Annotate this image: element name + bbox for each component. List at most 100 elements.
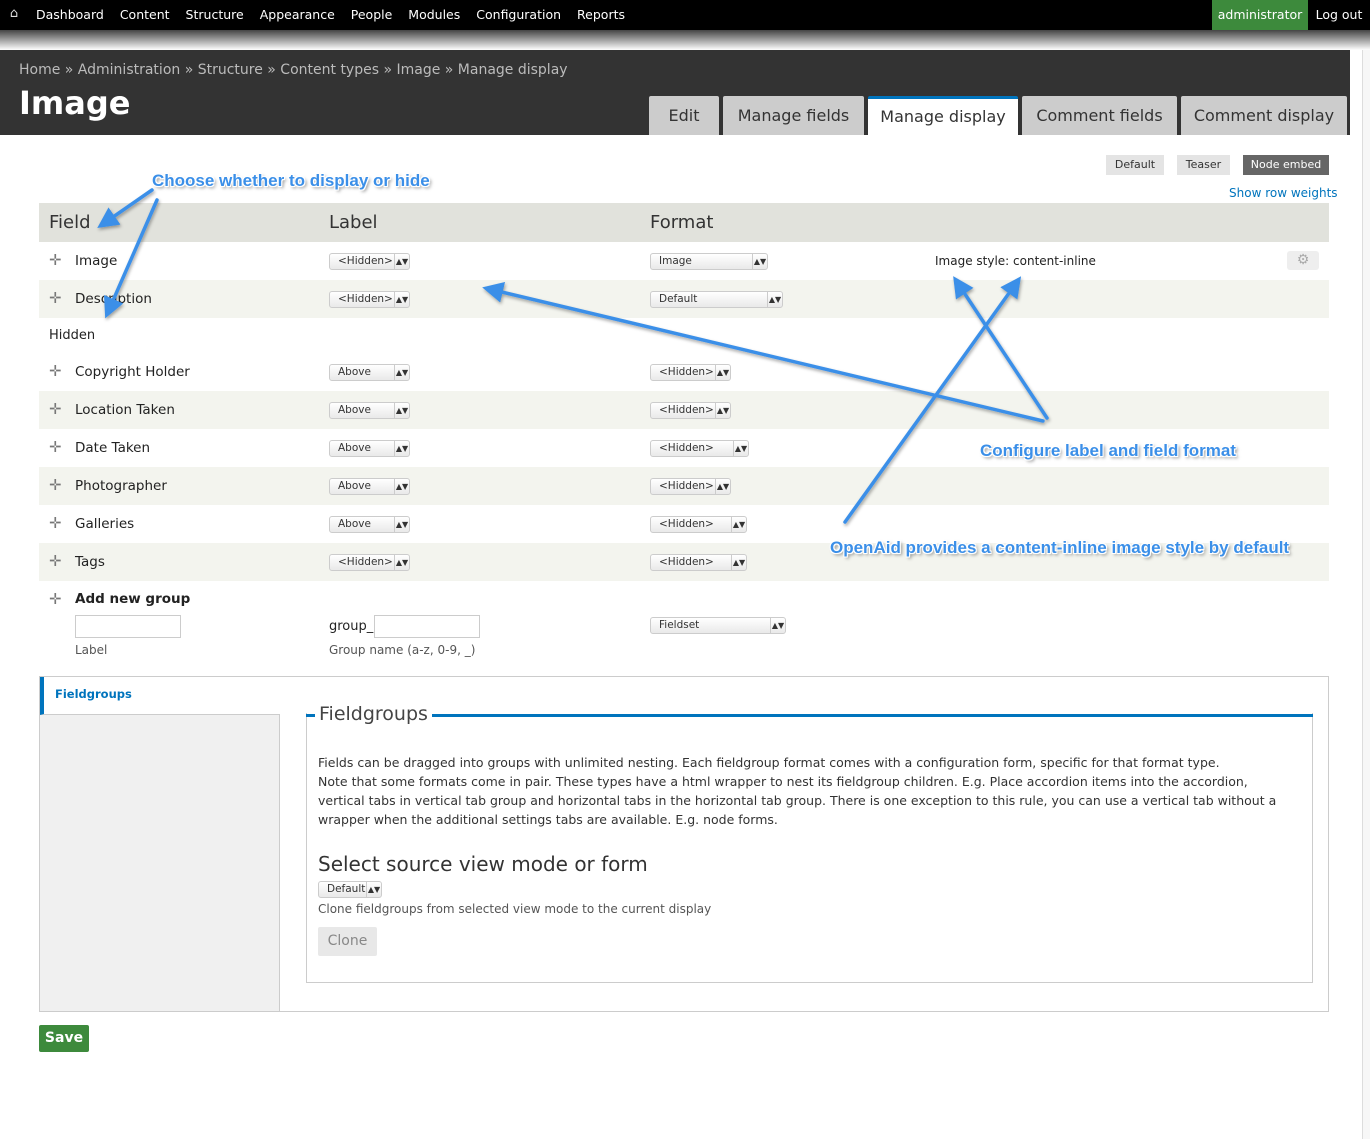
select-arrows-icon: ▲▼ (394, 254, 409, 269)
user-account-link[interactable]: administrator (1212, 0, 1308, 30)
clone-button[interactable]: Clone (318, 927, 377, 956)
format-select[interactable]: <Hidden> ▲▼ (650, 440, 749, 457)
save-button[interactable]: Save (39, 1025, 89, 1052)
vertical-tab-fieldgroups[interactable]: Fieldgroups (40, 677, 280, 715)
drag-handle-icon[interactable]: ✛ (49, 291, 62, 306)
page-title: Image (19, 84, 131, 122)
drag-handle-icon[interactable]: ✛ (49, 364, 62, 379)
gear-icon[interactable]: ⚙ (1287, 251, 1319, 270)
source-view-mode-select[interactable]: Default ▲▼ (318, 881, 382, 898)
select-arrows-icon: ▲▼ (394, 479, 409, 494)
select-arrows-icon: ▲▼ (752, 254, 767, 269)
tab-manage-display[interactable]: Manage display (868, 96, 1018, 135)
group-name-input[interactable] (374, 615, 480, 638)
add-group-title: Add new group (75, 591, 191, 607)
field-name: Image (75, 253, 118, 269)
table-row: ✛ Copyright Holder Above ▲▼ <Hidden> ▲▼ (39, 353, 1329, 391)
group-format-select[interactable]: Fieldset ▲▼ (650, 617, 786, 634)
toolbar-menu: Dashboard Content Structure Appearance P… (28, 0, 633, 30)
select-arrows-icon: ▲▼ (394, 365, 409, 380)
select-arrows-icon: ▲▼ (715, 479, 730, 494)
label-select[interactable]: <Hidden> ▲▼ (329, 291, 410, 308)
menu-item-reports[interactable]: Reports (569, 0, 633, 30)
drag-handle-icon[interactable]: ✛ (49, 478, 62, 493)
column-header-format: Format (650, 212, 714, 233)
label-select[interactable]: Above ▲▼ (329, 440, 410, 457)
field-name: Tags (75, 554, 105, 570)
menu-item-structure[interactable]: Structure (178, 0, 252, 30)
source-view-mode-heading: Select source view mode or form (318, 852, 648, 876)
show-row-weights-link[interactable]: Show row weights (1229, 186, 1338, 200)
drag-handle-icon[interactable]: ✛ (49, 253, 62, 268)
tab-comment-display[interactable]: Comment display (1181, 96, 1347, 135)
label-select[interactable]: Above ▲▼ (329, 364, 410, 381)
field-name: Description (75, 291, 152, 307)
table-row: ✛ Description <Hidden> ▲▼ Default ▲▼ (39, 280, 1329, 318)
fieldset-legend: Fieldgroups (315, 703, 432, 725)
group-label-input[interactable] (75, 615, 181, 638)
label-select[interactable]: Above ▲▼ (329, 516, 410, 533)
format-select[interactable]: Image ▲▼ (650, 253, 768, 270)
tab-comment-fields[interactable]: Comment fields (1022, 96, 1177, 135)
label-select[interactable]: Above ▲▼ (329, 402, 410, 419)
drag-handle-icon[interactable]: ✛ (49, 592, 62, 607)
fieldgroups-vertical-tabs: Fieldgroups Fieldgroups Fields can be dr… (39, 676, 1329, 1012)
menu-item-configuration[interactable]: Configuration (468, 0, 569, 30)
group-label-caption: Label (75, 643, 108, 657)
menu-item-content[interactable]: Content (112, 0, 178, 30)
menu-item-dashboard[interactable]: Dashboard (28, 0, 112, 30)
format-select[interactable]: Default ▲▼ (650, 291, 783, 308)
clone-description: Clone fieldgroups from selected view mod… (318, 902, 712, 916)
field-name: Date Taken (75, 440, 151, 456)
select-arrows-icon: ▲▼ (767, 292, 782, 307)
annotation-configure-format: Configure label and field format (980, 441, 1236, 460)
format-select[interactable]: <Hidden> ▲▼ (650, 402, 731, 419)
select-arrows-icon: ▲▼ (770, 618, 785, 633)
label-select[interactable]: Above ▲▼ (329, 478, 410, 495)
menu-item-modules[interactable]: Modules (400, 0, 468, 30)
menu-item-appearance[interactable]: Appearance (252, 0, 343, 30)
toolbar-shadow (0, 30, 1370, 50)
select-arrows-icon: ▲▼ (731, 517, 746, 532)
vertical-tab-list (40, 677, 280, 1011)
page-header: Home » Administration » Structure » Cont… (0, 50, 1350, 135)
fieldgroups-description: Fields can be dragged into groups with u… (318, 753, 1298, 829)
format-select[interactable]: <Hidden> ▲▼ (650, 554, 747, 571)
view-mode-default[interactable]: Default (1106, 155, 1164, 175)
menu-item-people[interactable]: People (343, 0, 401, 30)
region-hidden-label: Hidden (49, 328, 96, 343)
drag-handle-icon[interactable]: ✛ (49, 440, 62, 455)
drag-handle-icon[interactable]: ✛ (49, 516, 62, 531)
select-arrows-icon: ▲▼ (394, 403, 409, 418)
label-select[interactable]: <Hidden> ▲▼ (329, 253, 410, 270)
scrollbar[interactable] (1362, 50, 1370, 1139)
view-mode-node-embed[interactable]: Node embed (1243, 155, 1329, 175)
breadcrumb[interactable]: Home » Administration » Structure » Cont… (19, 62, 568, 78)
column-header-label: Label (329, 212, 378, 233)
format-select[interactable]: <Hidden> ▲▼ (650, 364, 731, 381)
drag-handle-icon[interactable]: ✛ (49, 554, 62, 569)
select-arrows-icon: ▲▼ (394, 555, 409, 570)
view-mode-teaser[interactable]: Teaser (1177, 155, 1230, 175)
drag-handle-icon[interactable]: ✛ (49, 402, 62, 417)
select-arrows-icon: ▲▼ (715, 403, 730, 418)
select-arrows-icon: ▲▼ (715, 365, 730, 380)
table-row: ✛ Image <Hidden> ▲▼ Image ▲▼ Image style: … (39, 242, 1329, 280)
table-row: ✛ Photographer Above ▲▼ <Hidden> ▲▼ (39, 467, 1329, 505)
format-select[interactable]: <Hidden> ▲▼ (650, 516, 747, 533)
description-paragraph: Fields can be dragged into groups with u… (318, 755, 1220, 770)
annotation-display-or-hide: Choose whether to display or hide (152, 171, 430, 190)
home-icon[interactable]: ⌂ (6, 6, 22, 22)
annotation-openaid-style: OpenAid provides a content-inline image … (830, 538, 1290, 557)
tab-edit[interactable]: Edit (649, 96, 719, 135)
select-arrows-icon: ▲▼ (394, 517, 409, 532)
select-arrows-icon: ▲▼ (366, 882, 381, 897)
tab-manage-fields[interactable]: Manage fields (723, 96, 864, 135)
format-select[interactable]: <Hidden> ▲▼ (650, 478, 731, 495)
label-select[interactable]: <Hidden> ▲▼ (329, 554, 410, 571)
vertical-tab-label: Fieldgroups (55, 687, 132, 701)
select-arrows-icon: ▲▼ (733, 441, 748, 456)
table-row: ✛ Location Taken Above ▲▼ <Hidden> ▲▼ (39, 391, 1329, 429)
logout-link[interactable]: Log out (1308, 0, 1370, 30)
select-arrows-icon: ▲▼ (394, 441, 409, 456)
